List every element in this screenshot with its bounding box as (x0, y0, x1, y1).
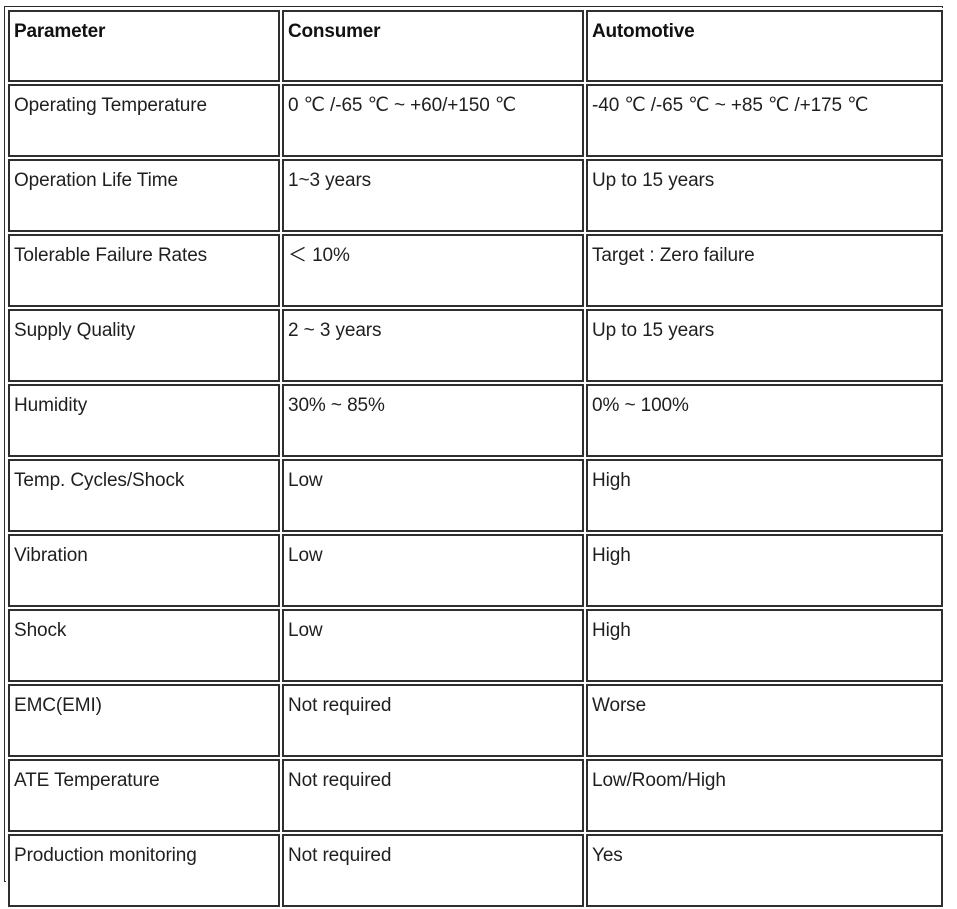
cell-parameter: Shock (8, 609, 280, 682)
cell-automotive: Yes (586, 834, 943, 907)
table-row: Production monitoring Not required Yes (8, 834, 943, 907)
cell-parameter-text: Supply Quality (14, 320, 136, 341)
cell-automotive: High (586, 609, 943, 682)
table-row: Tolerable Failure Rates ＜ 10% Target : Z… (8, 234, 943, 307)
cell-consumer-text: Not required (288, 845, 392, 866)
cell-automotive: 0% ~ 100% (586, 384, 943, 457)
cell-automotive: High (586, 459, 943, 532)
table-row: Humidity 30% ~ 85% 0% ~ 100% (8, 384, 943, 457)
table-row: Temp. Cycles/Shock Low High (8, 459, 943, 532)
cell-automotive-text: Yes (592, 845, 623, 866)
cell-consumer-text: Not required (288, 770, 392, 791)
cell-automotive: Up to 15 years (586, 159, 943, 232)
cell-parameter-text: Operating Temperature (14, 95, 207, 116)
cell-consumer: Low (282, 609, 584, 682)
cell-consumer: 30% ~ 85% (282, 384, 584, 457)
cell-consumer-text: Low (288, 470, 323, 491)
table-row: Operating Temperature 0 ℃ /-65 ℃ ~ +60/+… (8, 84, 943, 157)
cell-parameter-text: Vibration (14, 545, 88, 566)
column-header-parameter-label: Parameter (14, 21, 106, 42)
column-header-automotive-label: Automotive (592, 21, 695, 42)
cell-parameter-text: Operation Life Time (14, 170, 178, 191)
table-row: Vibration Low High (8, 534, 943, 607)
consumer-automotive-comparison-table: Parameter Consumer Automotive Operating … (6, 8, 945, 909)
cell-automotive-text: High (592, 620, 631, 641)
cell-consumer: Low (282, 534, 584, 607)
cell-parameter: ATE Temperature (8, 759, 280, 832)
cell-consumer-text: 30% ~ 85% (288, 395, 385, 416)
cell-parameter-text: Production monitoring (14, 845, 197, 866)
cell-consumer-text: Low (288, 545, 323, 566)
cell-consumer: Not required (282, 759, 584, 832)
cell-consumer-text: Not required (288, 695, 392, 716)
cell-consumer: Not required (282, 684, 584, 757)
table-body: Operating Temperature 0 ℃ /-65 ℃ ~ +60/+… (8, 84, 943, 907)
cell-parameter-text: EMC(EMI) (14, 695, 102, 716)
cell-automotive: Low/Room/High (586, 759, 943, 832)
cell-consumer-text: 1~3 years (288, 170, 372, 191)
cell-automotive-text: 0% ~ 100% (592, 395, 689, 416)
cell-automotive: Target : Zero failure (586, 234, 943, 307)
cell-automotive: -40 ℃ /-65 ℃ ~ +85 ℃ /+175 ℃ (586, 84, 943, 157)
column-header-consumer-label: Consumer (288, 21, 381, 42)
table-row: Operation Life Time 1~3 years Up to 15 y… (8, 159, 943, 232)
cell-automotive-text: -40 ℃ /-65 ℃ ~ +85 ℃ /+175 ℃ (592, 95, 869, 116)
cell-parameter-text: Humidity (14, 395, 88, 416)
cell-parameter: EMC(EMI) (8, 684, 280, 757)
cell-parameter: Humidity (8, 384, 280, 457)
cell-automotive-text: Low/Room/High (592, 770, 726, 791)
cell-parameter: Production monitoring (8, 834, 280, 907)
cell-consumer-text: ＜ 10% (288, 245, 350, 266)
cell-consumer-text: 2 ~ 3 years (288, 320, 382, 341)
cell-parameter: Supply Quality (8, 309, 280, 382)
cell-automotive-text: High (592, 545, 631, 566)
cell-consumer: Not required (282, 834, 584, 907)
cell-automotive-text: Worse (592, 695, 647, 716)
cell-automotive: Worse (586, 684, 943, 757)
table-row: ATE Temperature Not required Low/Room/Hi… (8, 759, 943, 832)
cell-parameter-text: ATE Temperature (14, 770, 160, 791)
cell-consumer: 0 ℃ /-65 ℃ ~ +60/+150 ℃ (282, 84, 584, 157)
cell-parameter: Operating Temperature (8, 84, 280, 157)
cell-automotive-text: Up to 15 years (592, 320, 715, 341)
spec-table-container: Parameter Consumer Automotive Operating … (4, 6, 945, 909)
cell-consumer: Low (282, 459, 584, 532)
cell-parameter-text: Temp. Cycles/Shock (14, 470, 185, 491)
cell-automotive: High (586, 534, 943, 607)
cell-parameter: Tolerable Failure Rates (8, 234, 280, 307)
table-row: Supply Quality 2 ~ 3 years Up to 15 year… (8, 309, 943, 382)
cell-parameter: Operation Life Time (8, 159, 280, 232)
cell-automotive-text: Target : Zero failure (592, 245, 755, 266)
cell-parameter: Vibration (8, 534, 280, 607)
table-row: Shock Low High (8, 609, 943, 682)
column-header-automotive: Automotive (586, 10, 943, 82)
cell-consumer: 1~3 years (282, 159, 584, 232)
cell-consumer-text: 0 ℃ /-65 ℃ ~ +60/+150 ℃ (288, 95, 517, 116)
page-root: Parameter Consumer Automotive Operating … (0, 0, 957, 909)
table-header: Parameter Consumer Automotive (8, 10, 943, 82)
cell-parameter: Temp. Cycles/Shock (8, 459, 280, 532)
cell-parameter-text: Tolerable Failure Rates (14, 245, 208, 266)
cell-parameter-text: Shock (14, 620, 67, 641)
column-header-consumer: Consumer (282, 10, 584, 82)
cell-automotive-text: High (592, 470, 631, 491)
cell-consumer: 2 ~ 3 years (282, 309, 584, 382)
cell-automotive: Up to 15 years (586, 309, 943, 382)
cell-consumer: ＜ 10% (282, 234, 584, 307)
column-header-parameter: Parameter (8, 10, 280, 82)
table-row: EMC(EMI) Not required Worse (8, 684, 943, 757)
cell-consumer-text: Low (288, 620, 323, 641)
cell-automotive-text: Up to 15 years (592, 170, 715, 191)
table-header-row: Parameter Consumer Automotive (8, 10, 943, 82)
